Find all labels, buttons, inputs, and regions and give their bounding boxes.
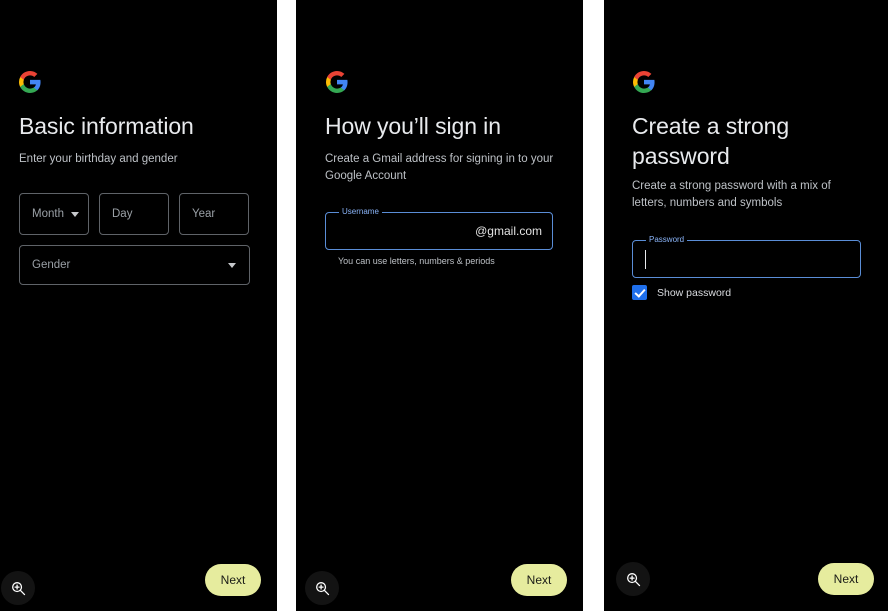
- username-suffix: @gmail.com: [475, 224, 542, 238]
- next-button[interactable]: Next: [205, 564, 261, 596]
- page-subtitle: Enter your birthday and gender: [19, 153, 178, 165]
- day-input-label: Day: [112, 208, 133, 220]
- magnifier-plus-icon[interactable]: [616, 562, 650, 596]
- screen-basic-information: Basic information Enter your birthday an…: [0, 0, 277, 611]
- show-password-checkbox-row[interactable]: Show password: [632, 285, 731, 300]
- next-button[interactable]: Next: [818, 563, 874, 595]
- screenshot-stage: Basic information Enter your birthday an…: [0, 0, 888, 611]
- chevron-down-icon: [70, 211, 79, 217]
- chevron-down-icon: [228, 262, 236, 268]
- username-field-label: Username: [339, 206, 382, 218]
- month-select-label: Month: [32, 208, 64, 220]
- year-input[interactable]: Year: [179, 193, 249, 235]
- screen-create-a-strong-password: Create a strong password Create a strong…: [604, 0, 888, 611]
- password-input[interactable]: Password: [632, 234, 861, 278]
- page-title: Basic information: [19, 113, 194, 139]
- screen-how-youll-sign-in: How you’ll sign in Create a Gmail addres…: [296, 0, 583, 611]
- checkbox-checked-icon[interactable]: [632, 285, 647, 300]
- gender-select-label: Gender: [32, 259, 71, 271]
- password-field-wrapper: Password: [632, 234, 861, 278]
- year-input-label: Year: [192, 208, 216, 220]
- page-title: How you’ll sign in: [325, 113, 501, 139]
- page-title: Create a strong password: [632, 113, 790, 169]
- show-password-label: Show password: [657, 286, 732, 299]
- magnifier-plus-icon[interactable]: [1, 571, 35, 605]
- username-input[interactable]: Username @gmail.com: [325, 206, 553, 250]
- text-cursor: [645, 250, 646, 269]
- page-subtitle: Create a strong password with a mix of l…: [632, 180, 831, 209]
- month-select[interactable]: Month: [19, 193, 89, 235]
- username-helper-text: You can use letters, numbers & periods: [338, 256, 495, 266]
- password-field-label: Password: [646, 234, 688, 246]
- username-field-wrapper: Username @gmail.com You can use letters,…: [325, 206, 553, 266]
- google-g-icon: [325, 70, 349, 94]
- next-button[interactable]: Next: [511, 564, 567, 596]
- birthday-field-row: Month Day Year: [19, 193, 249, 235]
- day-input[interactable]: Day: [99, 193, 169, 235]
- gender-select[interactable]: Gender: [19, 245, 250, 285]
- page-subtitle: Create a Gmail address for signing in to…: [325, 153, 554, 182]
- magnifier-plus-icon[interactable]: [305, 571, 339, 605]
- google-g-icon: [18, 70, 42, 94]
- google-g-icon: [632, 70, 656, 94]
